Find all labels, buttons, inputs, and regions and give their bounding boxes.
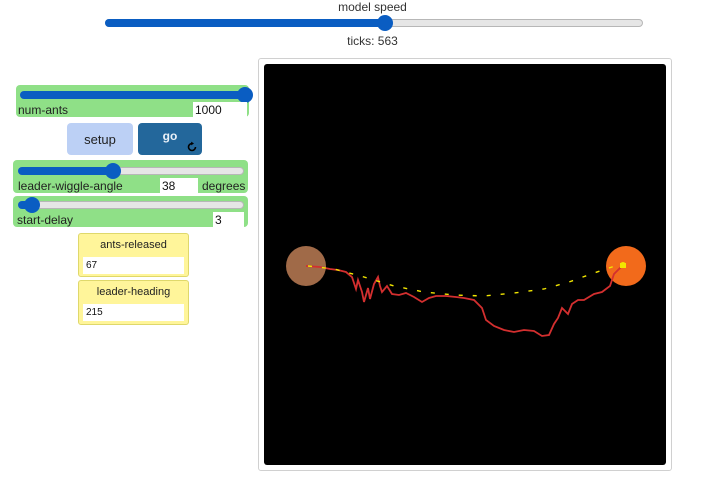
setup-button-label: setup xyxy=(84,131,116,147)
model-speed-thumb[interactable] xyxy=(376,15,393,31)
go-button-label: go xyxy=(162,129,178,143)
leader-wiggle-angle-units: degrees xyxy=(202,179,246,193)
ants-released-label: ants-released xyxy=(100,239,167,251)
num-ants-value[interactable]: 1000 xyxy=(193,102,247,118)
start-delay-value[interactable]: 3 xyxy=(213,212,244,228)
ticks-counter: ticks: 563 xyxy=(347,34,398,48)
start-delay-thumb[interactable] xyxy=(23,197,40,213)
forever-icon xyxy=(187,141,197,152)
leader-wiggle-angle-slider[interactable]: leader-wiggle-angle 38 degrees xyxy=(13,160,248,194)
ants-released-value: 67 xyxy=(83,257,184,274)
leader-heading-label: leader-heading xyxy=(96,286,171,298)
start-delay-label: start-delay xyxy=(17,213,74,227)
world-view[interactable] xyxy=(264,64,666,465)
num-ants-slider[interactable]: num-ants 1000 xyxy=(16,85,253,118)
world-view-canvas xyxy=(286,246,646,337)
ant-marker xyxy=(620,263,626,268)
follower-ant-trail xyxy=(307,262,625,297)
start-delay-slider[interactable]: start-delay 3 xyxy=(13,196,248,228)
num-ants-label: num-ants xyxy=(18,103,69,117)
ants-released-monitor: ants-released 67 xyxy=(78,233,189,277)
go-button[interactable]: go xyxy=(138,123,202,155)
setup-button[interactable]: setup xyxy=(67,123,133,155)
num-ants-thumb[interactable] xyxy=(237,87,253,103)
world-view-frame xyxy=(258,58,672,471)
leader-wiggle-angle-thumb[interactable] xyxy=(104,163,121,179)
model-speed-fill xyxy=(105,19,385,27)
leader-wiggle-angle-value[interactable]: 38 xyxy=(160,178,198,194)
leader-heading-monitor: leader-heading 215 xyxy=(78,280,189,325)
leader-wiggle-angle-label: leader-wiggle-angle xyxy=(18,179,123,193)
leader-wiggle-angle-fill xyxy=(18,167,113,175)
leader-heading-value: 215 xyxy=(83,304,184,321)
num-ants-fill xyxy=(20,91,245,99)
start-delay-track[interactable] xyxy=(18,201,244,209)
model-speed-slider[interactable] xyxy=(105,15,643,31)
model-speed-label: model speed xyxy=(338,0,407,14)
leader-ant-path xyxy=(305,263,625,337)
